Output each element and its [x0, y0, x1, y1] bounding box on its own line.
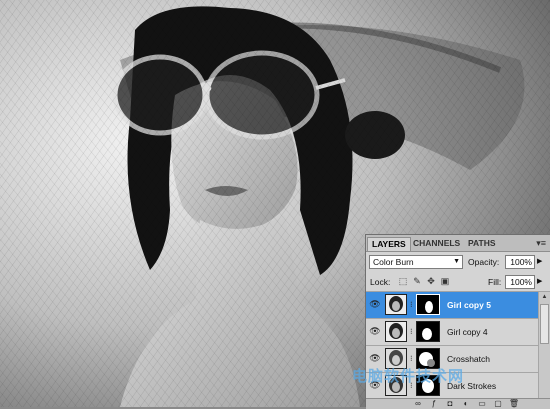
opacity-field[interactable]: 100% — [505, 255, 535, 269]
scroll-up-icon[interactable]: ▲ — [539, 292, 550, 302]
layers-bottom-bar: ∞ ƒ ◘ ◐ ▭ ▢ 🗑 — [366, 398, 550, 409]
delete-icon[interactable]: 🗑 — [508, 399, 520, 409]
dropdown-arrow-icon: ▼ — [453, 258, 460, 265]
adjustment-icon[interactable]: ◐ — [460, 399, 472, 409]
tab-layers[interactable]: LAYERS — [367, 237, 411, 251]
layer-mask-thumbnail[interactable] — [416, 294, 440, 315]
layer-name: Crosshatch — [447, 354, 490, 364]
blend-mode-select[interactable]: Color Burn ▼ — [369, 255, 463, 269]
lock-move-icon[interactable]: ✥ — [426, 276, 436, 286]
fill-slider-arrow-icon[interactable]: ▶ — [537, 277, 542, 285]
eye-icon[interactable]: 👁 — [369, 326, 381, 336]
blend-opacity-row: Color Burn ▼ Opacity: 100% ▶ — [366, 253, 550, 271]
lock-brush-icon[interactable]: ✎ — [412, 276, 422, 286]
fill-label: Fill: — [488, 277, 502, 287]
scroll-thumb[interactable] — [540, 304, 549, 344]
layer-row[interactable]: 👁 ⁝ Girl copy 5 — [366, 292, 538, 319]
mask-link-icon[interactable]: ⁝ — [410, 300, 414, 309]
fill-field[interactable]: 100% — [505, 275, 535, 289]
tab-paths[interactable]: PATHS — [464, 237, 500, 250]
watermark-text: 电脑软件技术网 — [352, 367, 465, 385]
tab-channels[interactable]: CHANNELS — [409, 237, 464, 250]
layer-mask-thumbnail[interactable] — [416, 321, 440, 342]
mask-link-icon[interactable]: ⁝ — [410, 327, 414, 336]
lock-all-icon[interactable]: ▣ — [440, 276, 450, 286]
add-mask-icon[interactable]: ◘ — [444, 399, 456, 409]
layer-name: Girl copy 4 — [447, 327, 488, 337]
lock-label: Lock: — [370, 277, 391, 287]
blend-mode-value: Color Burn — [373, 257, 414, 267]
panel-tabs: LAYERS CHANNELS PATHS ▾≡ — [366, 235, 550, 252]
eye-icon[interactable]: 👁 — [369, 353, 381, 363]
lock-fill-row: Lock: ⬚ ✎ ✥ ▣ Fill: 100% ▶ — [366, 273, 550, 292]
layer-thumbnail — [385, 294, 407, 315]
group-icon[interactable]: ▭ — [476, 399, 488, 409]
opacity-slider-arrow-icon[interactable]: ▶ — [537, 257, 542, 265]
new-layer-icon[interactable]: ▢ — [492, 399, 504, 409]
fx-icon[interactable]: ƒ — [428, 399, 440, 409]
eye-icon[interactable]: 👁 — [369, 299, 381, 309]
layer-row[interactable]: 👁 ⁝ Girl copy 4 — [366, 319, 538, 346]
link-layers-icon[interactable]: ∞ — [412, 399, 424, 409]
layers-scrollbar[interactable]: ▲ — [538, 292, 550, 398]
layer-name: Girl copy 5 — [447, 300, 491, 310]
opacity-label: Opacity: — [468, 257, 500, 267]
layer-thumbnail — [385, 321, 407, 342]
panel-menu-icon[interactable]: ▾≡ — [536, 238, 546, 249]
lock-transparent-icon[interactable]: ⬚ — [398, 276, 408, 286]
mask-link-icon[interactable]: ⁝ — [410, 354, 414, 363]
